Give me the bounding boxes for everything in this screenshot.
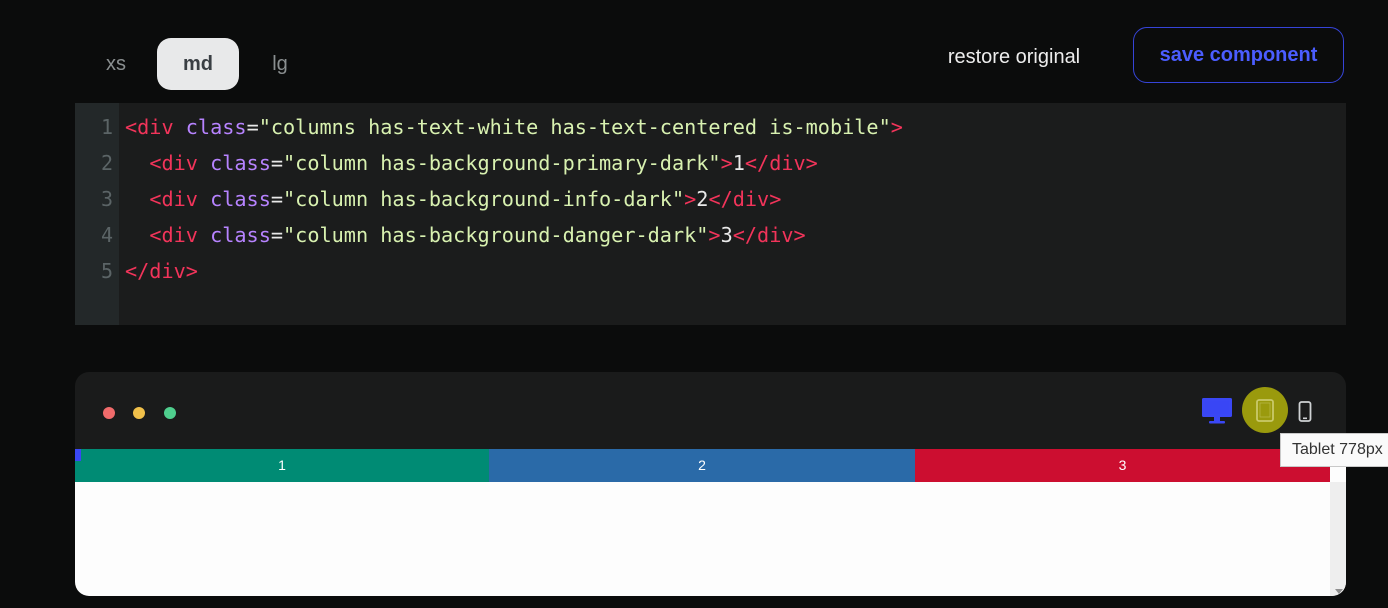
code-token: <div xyxy=(149,151,211,175)
restore-original-button[interactable]: restore original xyxy=(928,38,1100,76)
code-line[interactable]: <div class="column has-background-primar… xyxy=(125,145,818,181)
breakpoint-tabs: xs md lg xyxy=(75,38,321,90)
code-line[interactable]: <div class="column has-background-danger… xyxy=(125,217,806,253)
line-number: 3 xyxy=(100,187,113,211)
desktop-icon[interactable] xyxy=(1201,397,1233,425)
mobile-icon[interactable] xyxy=(1297,401,1313,423)
code-token: class xyxy=(210,187,271,211)
window-dot-yellow xyxy=(133,407,145,419)
selection-marker xyxy=(75,449,81,461)
tab-lg[interactable]: lg xyxy=(239,38,321,90)
code-token: <div xyxy=(149,187,211,211)
code-token: "column has-background-info-dark" xyxy=(283,187,685,211)
code-token: > xyxy=(720,151,733,175)
code-token: 2 xyxy=(696,187,709,211)
code-token: = xyxy=(270,151,284,175)
code-line[interactable]: </div> xyxy=(125,253,198,289)
line-number: 1 xyxy=(100,115,113,139)
code-token: "columns has-text-white has-text-centere… xyxy=(258,115,891,139)
preview-column-1: 1 xyxy=(75,449,489,482)
preview-window: 1 2 3 xyxy=(75,372,1346,596)
code-token: class xyxy=(210,223,271,247)
line-number: 4 xyxy=(100,223,113,247)
code-token: = xyxy=(270,187,284,211)
code-line[interactable]: <div class="columns has-text-white has-t… xyxy=(125,109,903,145)
code-token: 1 xyxy=(732,151,745,175)
code-token: > xyxy=(890,115,903,139)
code-token: 3 xyxy=(720,223,733,247)
window-dot-red xyxy=(103,407,115,419)
preview-scrollbar[interactable] xyxy=(1330,482,1346,596)
code-token: "column has-background-danger-dark" xyxy=(283,223,709,247)
save-component-button[interactable]: save component xyxy=(1133,27,1344,83)
window-dot-green xyxy=(164,407,176,419)
code-editor[interactable]: 1 <div class="columns has-text-white has-… xyxy=(75,103,1346,325)
scroll-down-arrow-icon[interactable] xyxy=(1335,589,1343,594)
code-token: "column has-background-primary-dark" xyxy=(283,151,721,175)
preview-frame: 1 2 3 xyxy=(75,449,1346,596)
code-token: class xyxy=(210,151,271,175)
code-line[interactable]: <div class="column has-background-info-d… xyxy=(125,181,781,217)
code-token: = xyxy=(270,223,284,247)
device-tooltip: Tablet 778px xyxy=(1280,433,1388,467)
line-number: 5 xyxy=(100,259,113,283)
preview-column-3: 3 xyxy=(915,449,1330,482)
tab-xs[interactable]: xs xyxy=(75,38,157,90)
code-token: = xyxy=(246,115,259,139)
code-token: </div> xyxy=(732,223,806,247)
code-token: class xyxy=(185,115,247,139)
code-token: <div xyxy=(149,223,211,247)
code-token: > xyxy=(708,223,721,247)
code-token: <div xyxy=(125,115,186,139)
code-token: > xyxy=(684,187,697,211)
code-token: </div> xyxy=(744,151,818,175)
preview-column-2: 2 xyxy=(489,449,915,482)
code-token: </div> xyxy=(708,187,782,211)
code-token: </div> xyxy=(125,259,198,283)
line-number: 2 xyxy=(100,151,113,175)
tablet-icon[interactable] xyxy=(1242,387,1288,433)
tab-md[interactable]: md xyxy=(157,38,239,90)
